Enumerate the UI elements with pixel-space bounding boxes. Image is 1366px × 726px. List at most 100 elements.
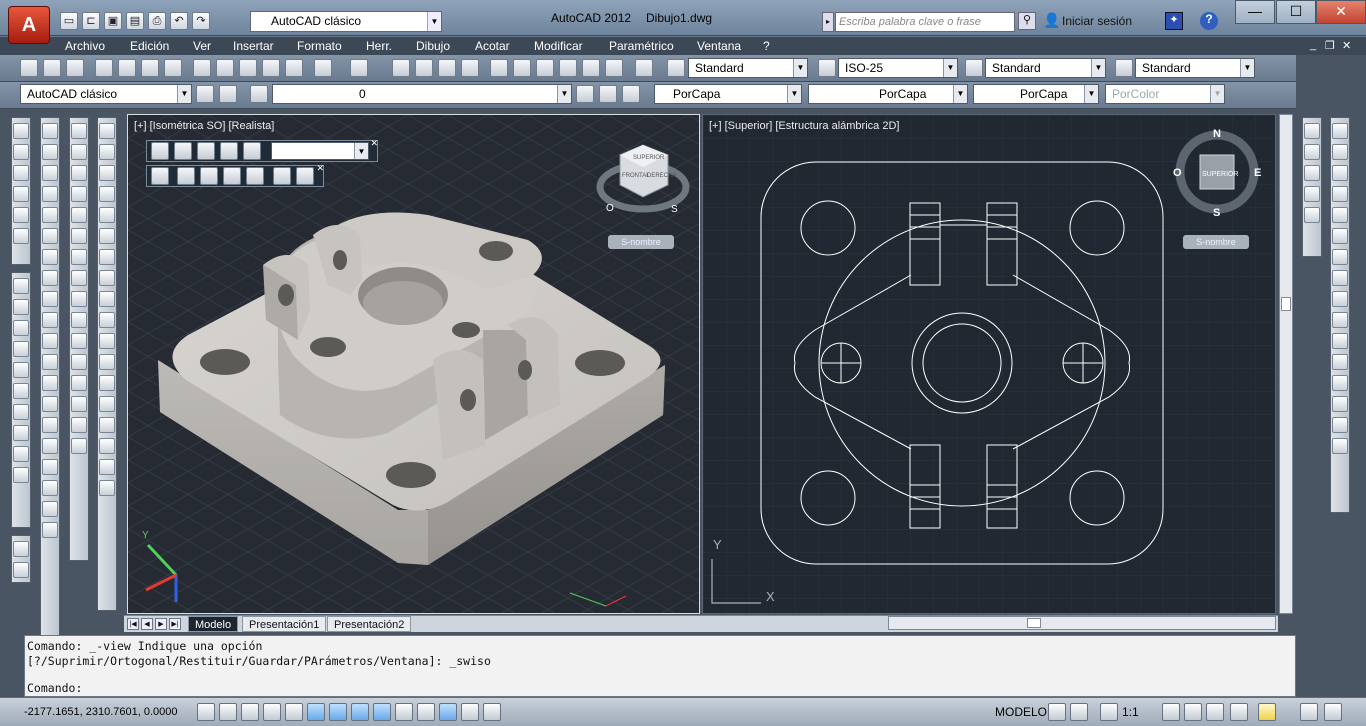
menu-ver[interactable]: Ver [193, 39, 211, 53]
scroll-thumb[interactable] [1281, 297, 1291, 311]
linetype-select[interactable]: PorCapa▼ [808, 84, 968, 104]
zoom-window-icon[interactable] [438, 59, 456, 77]
3d-print-icon[interactable] [164, 59, 182, 77]
new-icon[interactable]: ▭ [60, 12, 78, 30]
visual-style-manager-icon[interactable] [296, 167, 314, 185]
fillet-icon[interactable] [71, 417, 87, 433]
polyline-icon[interactable] [42, 165, 58, 181]
cut-icon[interactable] [193, 59, 211, 77]
trim-icon[interactable] [1332, 312, 1348, 328]
plot-icon[interactable] [95, 59, 113, 77]
baseline-dim-icon[interactable] [99, 312, 115, 328]
selection-cycling-icon[interactable] [483, 703, 501, 721]
help-icon[interactable] [635, 59, 653, 77]
bring-above-icon[interactable] [1304, 165, 1320, 181]
mtext-icon[interactable] [42, 501, 58, 517]
continue-dim-icon[interactable] [99, 333, 115, 349]
copy-icon[interactable] [216, 59, 234, 77]
wcs-menu[interactable]: S-nombre [608, 235, 674, 249]
menu-archivo[interactable]: Archivo [65, 39, 105, 53]
linear-dim-icon[interactable] [99, 123, 115, 139]
radius-dim-icon[interactable] [99, 207, 115, 223]
workspace-selector[interactable]: AutoCAD clásico ▼ [250, 11, 442, 32]
array-icon[interactable] [71, 207, 87, 223]
prev-tab-icon[interactable]: ◀ [141, 618, 153, 630]
multileader-style-icon[interactable] [1115, 59, 1133, 77]
viewport-isometric[interactable]: [+] [Isométrica SO] [Realista] ▼ ✕ ✕ [127, 114, 700, 614]
join-icon[interactable] [1332, 375, 1348, 391]
chamfer-icon[interactable] [71, 396, 87, 412]
center-mark-icon[interactable] [99, 417, 115, 433]
undo-icon[interactable] [314, 59, 332, 77]
globe-icon[interactable] [13, 228, 29, 244]
rectangle-icon[interactable] [42, 207, 58, 223]
sphere-icon[interactable] [13, 362, 29, 378]
bottom-view-icon[interactable] [197, 142, 215, 160]
top-view-icon[interactable] [174, 142, 192, 160]
last-tab-icon[interactable]: ▶| [169, 618, 181, 630]
dynamic-ucs-icon[interactable] [373, 703, 391, 721]
hidden-icon[interactable] [200, 167, 218, 185]
tab-presentacion2[interactable]: Presentación2 [327, 616, 411, 632]
line-icon[interactable] [42, 123, 58, 139]
maximize-button[interactable]: ☐ [1276, 0, 1316, 24]
arc-icon[interactable] [42, 228, 58, 244]
circle-icon[interactable] [42, 249, 58, 265]
explode-icon[interactable] [71, 438, 87, 454]
menu-dibujo[interactable]: Dibujo [416, 39, 450, 53]
sphere-blue-icon[interactable] [13, 186, 29, 202]
polysolid-icon[interactable] [13, 278, 29, 294]
menu-ventana[interactable]: Ventana [697, 39, 741, 53]
hatch-icon[interactable] [42, 417, 58, 433]
search-expand-icon[interactable]: ▸ [822, 12, 834, 32]
free-orbit-icon[interactable] [13, 144, 29, 160]
command-window[interactable]: Comando: _-view Indique una opción [?/Su… [24, 635, 1296, 697]
right-view-icon[interactable] [243, 142, 261, 160]
realistic-icon[interactable] [223, 167, 241, 185]
menu-formato[interactable]: Formato [297, 39, 342, 53]
qnew-icon[interactable] [20, 59, 38, 77]
tolerance-icon[interactable] [99, 396, 115, 412]
search-input[interactable]: Escriba palabra clave o frase [835, 12, 1015, 32]
redo-icon[interactable]: ↷ [192, 12, 210, 30]
menu-edicion[interactable]: Edición [130, 39, 169, 53]
text-style-select[interactable]: Standard▼ [688, 58, 808, 78]
sheet-set-icon[interactable] [559, 59, 577, 77]
bring-front-icon[interactable] [1304, 123, 1320, 139]
ordinate-dim-icon[interactable] [99, 186, 115, 202]
dim-edit-icon[interactable] [99, 480, 115, 496]
sphere-orange-icon[interactable] [13, 207, 29, 223]
save-icon[interactable] [66, 59, 84, 77]
redo-icon[interactable] [350, 59, 368, 77]
named-views-icon[interactable] [151, 142, 169, 160]
shaded-icon[interactable] [273, 167, 291, 185]
point-icon[interactable] [42, 396, 58, 412]
workspace-switching-icon[interactable] [1206, 703, 1224, 721]
annotation-scale-icon[interactable] [1100, 703, 1118, 721]
left-view-icon[interactable] [220, 142, 238, 160]
open-icon[interactable] [43, 59, 61, 77]
first-tab-icon[interactable]: |◀ [127, 618, 139, 630]
markup-icon[interactable] [582, 59, 600, 77]
presspull-icon[interactable] [13, 467, 29, 483]
extrude-icon[interactable] [13, 446, 29, 462]
coordinates-readout[interactable]: -2177.1651, 2310.7601, 0.0000 [24, 706, 178, 718]
jogged-dim-icon[interactable] [99, 228, 115, 244]
ellipse-icon[interactable] [42, 312, 58, 328]
rotate-icon[interactable] [71, 249, 87, 265]
menu-insertar[interactable]: Insertar [233, 39, 274, 53]
copy-object-icon[interactable] [71, 144, 87, 160]
view-select[interactable]: ▼ [271, 142, 369, 160]
spline-icon[interactable] [42, 291, 58, 307]
ellipse-arc-icon[interactable] [42, 333, 58, 349]
xline-icon[interactable] [42, 144, 58, 160]
zoom-extents-icon[interactable] [13, 562, 29, 578]
annotation-visibility-icon[interactable] [1162, 703, 1180, 721]
isolate-objects-icon[interactable] [1258, 703, 1276, 721]
workspace-settings-icon[interactable] [196, 85, 214, 103]
fillet-icon[interactable] [1332, 417, 1348, 433]
plot-icon[interactable]: ⎙ [148, 12, 166, 30]
tab-presentacion1[interactable]: Presentación1 [242, 616, 326, 632]
diameter-dim-icon[interactable] [99, 249, 115, 265]
mirror-icon[interactable] [1332, 165, 1348, 181]
